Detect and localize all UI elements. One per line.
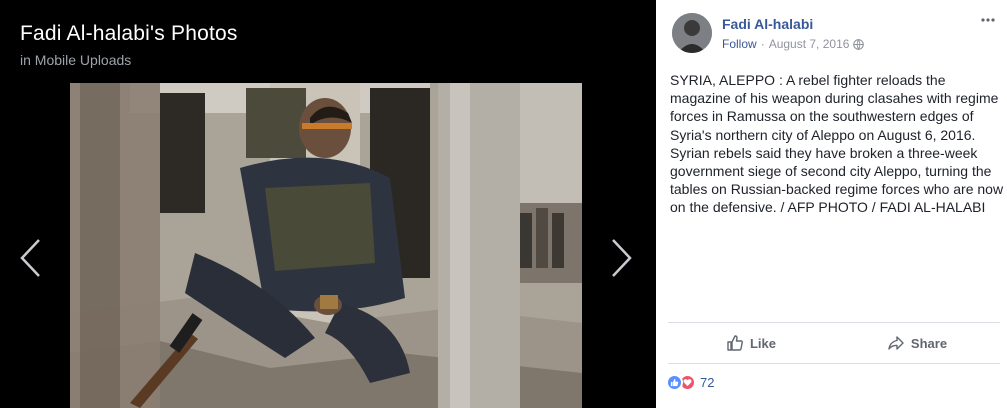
post-photo[interactable] bbox=[70, 83, 582, 408]
like-button[interactable]: Like bbox=[668, 323, 834, 363]
follow-link[interactable]: Follow bbox=[722, 37, 757, 51]
post-panel: Fadi Al-halabi Follow · August 7, 2016 S… bbox=[656, 0, 1007, 408]
post-actions: Like Share bbox=[668, 322, 1000, 364]
like-reaction-icon bbox=[666, 374, 683, 391]
ellipsis-icon[interactable] bbox=[980, 12, 996, 28]
reactions-summary[interactable]: 72 bbox=[666, 374, 714, 391]
chevron-left-icon[interactable] bbox=[19, 238, 41, 278]
avatar-image bbox=[672, 13, 712, 53]
thumbs-up-icon bbox=[727, 335, 743, 351]
post-date[interactable]: August 7, 2016 bbox=[769, 37, 850, 51]
album-subtitle[interactable]: in Mobile Uploads bbox=[20, 52, 131, 68]
share-label: Share bbox=[910, 335, 948, 351]
post-caption: SYRIA, ALEPPO : A rebel fighter reloads … bbox=[670, 72, 1004, 216]
share-button[interactable]: Share bbox=[834, 323, 1000, 363]
author-name[interactable]: Fadi Al-halabi bbox=[722, 16, 813, 32]
post-meta: Follow · August 7, 2016 bbox=[722, 37, 865, 51]
reaction-count: 72 bbox=[700, 375, 715, 390]
photo-viewer: Fadi Al-halabi's Photos in Mobile Upload… bbox=[0, 0, 656, 408]
photo-illustration bbox=[70, 83, 582, 408]
album-title[interactable]: Fadi Al-halabi's Photos bbox=[20, 22, 238, 46]
like-label: Like bbox=[749, 335, 776, 351]
chevron-right-icon[interactable] bbox=[611, 238, 633, 278]
globe-icon bbox=[853, 38, 865, 50]
share-arrow-icon bbox=[888, 336, 904, 350]
meta-separator: · bbox=[760, 37, 765, 51]
photo-theater: Fadi Al-halabi's Photos in Mobile Upload… bbox=[0, 0, 1007, 408]
avatar[interactable] bbox=[672, 13, 712, 53]
